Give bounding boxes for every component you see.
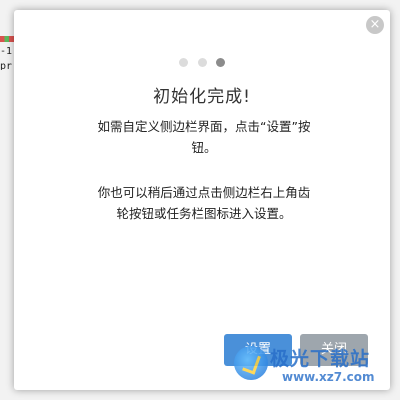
page-dot-2 — [197, 58, 207, 67]
page-dot-1 — [179, 58, 189, 67]
page-indicator — [14, 52, 390, 71]
close-button[interactable]: 关闭 — [300, 334, 368, 366]
background-color-bar — [0, 36, 14, 42]
close-icon[interactable]: × — [366, 16, 384, 34]
instruction-text: 如需自定义侧边栏界面，点击“设置”按钮。 — [97, 119, 311, 155]
background-partial-text: -1 pr — [0, 46, 13, 70]
page-dot-3-active — [215, 58, 225, 67]
settings-button[interactable]: 设置 — [224, 334, 292, 366]
dialog-title: 初始化完成! — [153, 87, 251, 107]
background-window-edge: -1 pr — [0, 36, 14, 70]
hint-text: 你也可以稍后通过点击侧边栏右上角齿轮按钮或任务栏图标进入设置。 — [97, 185, 311, 221]
setup-complete-dialog: × 初始化完成! 如需自定义侧边栏界面，点击“设置”按钮。 你也可以稍后通过点击… — [14, 10, 390, 390]
